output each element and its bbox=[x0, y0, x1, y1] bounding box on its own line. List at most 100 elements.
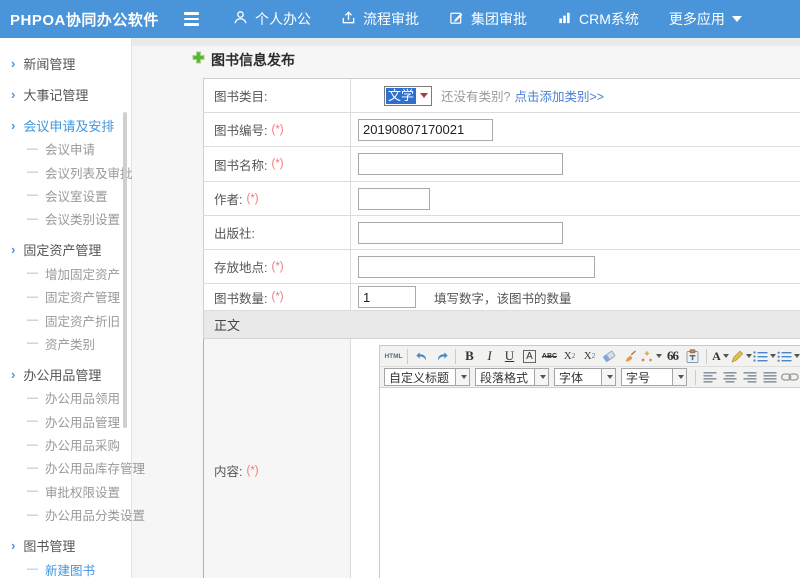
subscript-button[interactable]: X2 bbox=[580, 347, 599, 365]
editor-toolbar-row2: 自定义标题 段落格式 字体 字号 bbox=[380, 367, 800, 388]
field-label: 图书数量: (*) bbox=[204, 284, 351, 310]
nav-more-apps[interactable]: 更多应用 bbox=[669, 9, 742, 29]
category-select[interactable]: 文学 bbox=[384, 86, 432, 106]
sidebar-item-label: 会议申请 bbox=[45, 139, 95, 158]
combo-value: 字体 bbox=[554, 368, 602, 386]
sidebar-item-approval-permission[interactable]: —审批权限设置 bbox=[0, 480, 131, 503]
format-brush-button[interactable] bbox=[620, 347, 639, 365]
sidebar-item-asset-depreciation[interactable]: — 固定资产折旧 bbox=[0, 308, 131, 331]
book-no-input[interactable] bbox=[358, 119, 493, 141]
underline-button[interactable]: U bbox=[500, 347, 519, 365]
author-input[interactable] bbox=[358, 188, 430, 210]
sidebar-item-supplies-manage[interactable]: —办公用品管理 bbox=[0, 410, 131, 433]
row-book-name: 图书名称: (*) bbox=[203, 147, 800, 182]
upload-flow-icon bbox=[341, 10, 356, 28]
app-window: PHPOA协同办公软件 个人办公 流程审批 集团审批 CRM系统 更多应用 bbox=[0, 0, 800, 578]
superscript-button[interactable]: X2 bbox=[560, 347, 579, 365]
sidebar-item-supplies-category[interactable]: —办公用品分类设置 bbox=[0, 503, 131, 526]
dash-icon: — bbox=[27, 392, 38, 404]
strikethrough-button[interactable]: ABC bbox=[540, 347, 559, 365]
dash-icon: — bbox=[27, 166, 38, 178]
sidebar-item-supplies-claim[interactable]: —办公用品领用 bbox=[0, 386, 131, 409]
sidebar-group-meeting[interactable]: › 会议申请及安排 bbox=[0, 113, 131, 137]
sidebar-item-meeting-category[interactable]: —会议类别设置 bbox=[0, 207, 131, 230]
nav-group-approval[interactable]: 集团审批 bbox=[449, 9, 527, 29]
sidebar-group-memorabilia[interactable]: › 大事记管理 bbox=[0, 82, 131, 106]
row-category: 图书类目: 文学 还没有类别? 点击添加类别>> bbox=[203, 79, 800, 113]
add-category-link[interactable]: 点击添加类别>> bbox=[514, 86, 604, 105]
field-label: 作者: (*) bbox=[204, 182, 351, 215]
html-source-button[interactable]: HTML bbox=[384, 347, 403, 365]
nav-personal-office[interactable]: 个人办公 bbox=[233, 9, 311, 29]
font-size-combo[interactable]: 字号 bbox=[621, 368, 687, 386]
caret-icon bbox=[656, 354, 662, 358]
font-color-button[interactable]: A bbox=[711, 347, 730, 365]
top-nav-bar: PHPOA协同办公软件 个人办公 流程审批 集团审批 CRM系统 更多应用 bbox=[0, 0, 800, 38]
menu-toggle-icon[interactable] bbox=[180, 8, 203, 30]
paragraph-format-combo[interactable]: 段落格式 bbox=[475, 368, 549, 386]
editor-content[interactable] bbox=[380, 388, 800, 578]
boxed-a-button[interactable]: A bbox=[520, 347, 539, 365]
sidebar-group-label: 大事记管理 bbox=[23, 85, 88, 104]
field-label: 存放地点: (*) bbox=[204, 250, 351, 283]
custom-title-combo[interactable]: 自定义标题 bbox=[384, 368, 470, 386]
sidebar-item-supplies-stock[interactable]: —办公用品库存管理 bbox=[0, 456, 131, 479]
toolbar-separator bbox=[455, 349, 456, 364]
align-justify-button[interactable] bbox=[760, 368, 779, 386]
highlight-pen-button[interactable] bbox=[731, 347, 752, 365]
sidebar-item-label: 新建图书 bbox=[45, 560, 95, 578]
dash-icon: — bbox=[27, 291, 38, 303]
sidebar-item-asset-category[interactable]: —资产类别 bbox=[0, 332, 131, 355]
required-mark: (*) bbox=[271, 291, 283, 303]
category-hint: 还没有类别? bbox=[441, 86, 510, 105]
sidebar-scrollbar[interactable] bbox=[123, 112, 127, 428]
combo-caret bbox=[456, 368, 470, 386]
page-title: 图书信息发布 bbox=[211, 50, 295, 70]
sidebar-group-fixed-assets[interactable]: › 固定资产管理 bbox=[0, 238, 131, 262]
ordered-list-button[interactable] bbox=[753, 347, 776, 365]
nav-crm[interactable]: CRM系统 bbox=[557, 9, 639, 29]
location-input[interactable] bbox=[358, 256, 595, 278]
add-plus-icon bbox=[192, 51, 205, 69]
quantity-input[interactable] bbox=[358, 286, 416, 308]
clear-format-button[interactable] bbox=[640, 347, 662, 365]
nav-flow-approval[interactable]: 流程审批 bbox=[341, 9, 419, 29]
bold-button[interactable]: B bbox=[460, 347, 479, 365]
nav-label: 集团审批 bbox=[471, 9, 527, 29]
align-center-button[interactable] bbox=[720, 368, 739, 386]
redo-button[interactable] bbox=[432, 347, 451, 365]
editor-toolbar-row1: HTML B I U A ABC X2 X2 bbox=[380, 346, 800, 367]
font-family-combo[interactable]: 字体 bbox=[554, 368, 616, 386]
field-label: 图书类目: bbox=[204, 79, 351, 112]
align-right-button[interactable] bbox=[740, 368, 759, 386]
dash-icon: — bbox=[27, 485, 38, 497]
bullet-list-button[interactable] bbox=[777, 347, 800, 365]
italic-button[interactable]: I bbox=[480, 347, 499, 365]
align-left-button[interactable] bbox=[700, 368, 719, 386]
sidebar-item-new-book[interactable]: —新建图书 bbox=[0, 557, 131, 578]
sidebar-item-asset-manage[interactable]: —固定资产管理 bbox=[0, 285, 131, 308]
sidebar-item-meeting-apply[interactable]: —会议申请 bbox=[0, 137, 131, 160]
sidebar-item-meeting-room[interactable]: —会议室设置 bbox=[0, 184, 131, 207]
book-name-input[interactable] bbox=[358, 153, 563, 175]
sidebar-item-label: 办公用品库存管理 bbox=[45, 458, 145, 477]
bar-chart-icon bbox=[557, 10, 572, 28]
dash-icon: — bbox=[27, 314, 38, 326]
section-header-body: 正文 bbox=[203, 311, 800, 339]
insert-link-button[interactable] bbox=[780, 368, 799, 386]
sidebar-item-supplies-purchase[interactable]: —办公用品采购 bbox=[0, 433, 131, 456]
sidebar-item-label: 固定资产折旧 bbox=[45, 311, 120, 330]
blockquote-button[interactable]: 66 bbox=[663, 347, 682, 365]
paste-button[interactable] bbox=[683, 347, 702, 365]
caret-icon bbox=[770, 354, 776, 358]
sidebar-group-news[interactable]: › 新闻管理 bbox=[0, 51, 131, 75]
sidebar-group-office-supplies[interactable]: › 办公用品管理 bbox=[0, 362, 131, 386]
publisher-input[interactable] bbox=[358, 222, 563, 244]
chevron-down-icon bbox=[732, 16, 742, 22]
eraser-button[interactable] bbox=[600, 347, 619, 365]
sidebar-item-meeting-list[interactable]: —会议列表及审批 bbox=[0, 160, 131, 183]
sidebar-group-books[interactable]: › 图书管理 bbox=[0, 533, 131, 557]
sidebar-item-add-asset[interactable]: —增加固定资产 bbox=[0, 262, 131, 285]
undo-button[interactable] bbox=[412, 347, 431, 365]
row-author: 作者: (*) bbox=[203, 182, 800, 216]
